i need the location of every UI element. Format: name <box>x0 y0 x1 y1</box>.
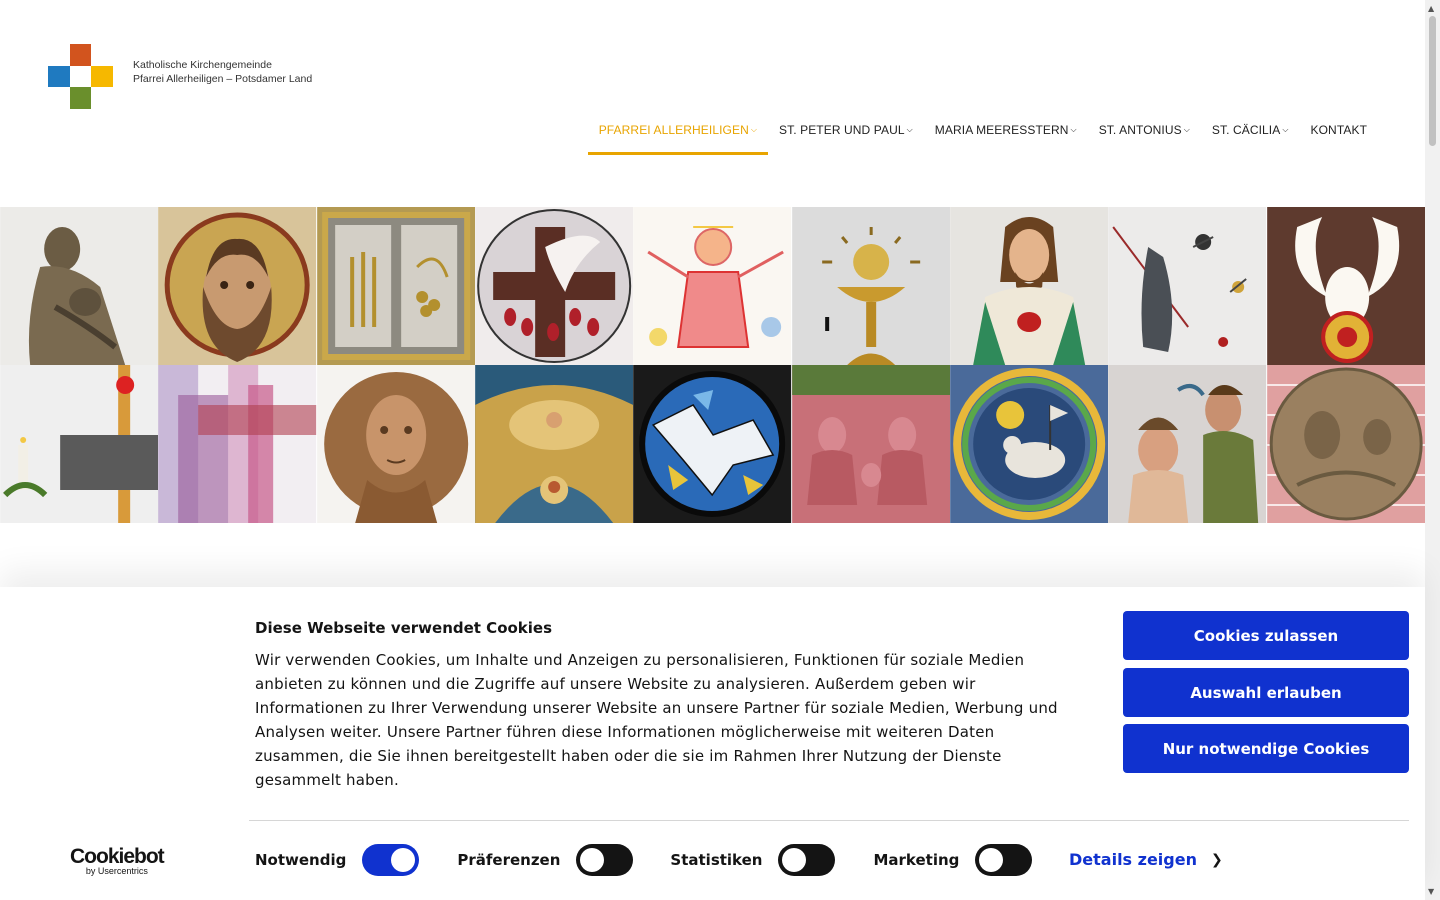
statistics-toggle[interactable] <box>778 844 836 876</box>
altar-candle-icon <box>0 365 159 523</box>
toggle-knob <box>782 848 807 872</box>
cookiebot-logo: Cookiebot by Usercentrics <box>70 845 165 877</box>
page-scrollbar[interactable]: ▲ ▼ <box>1425 0 1440 900</box>
main-navigation: PFARREI ALLERHEILIGEN ⌵ ST. PETER UND PAU… <box>587 112 1378 155</box>
scroll-up-icon[interactable]: ▲ <box>1428 4 1434 13</box>
toggle-knob <box>391 848 416 872</box>
nav-item-st-peter-und-paul[interactable]: ST. PETER UND PAUL ⌵ <box>768 112 924 155</box>
toggle-group-praeferenzen: Präferenzen <box>457 844 634 876</box>
toggle-group-notwendig: Notwendig <box>255 844 420 876</box>
wooden-bust-icon <box>316 365 475 523</box>
cookie-banner-divider <box>249 820 1409 821</box>
image-gallery <box>0 207 1425 523</box>
chevron-down-icon: ⌵ <box>1183 125 1190 134</box>
toggle-label: Notwendig <box>255 851 347 869</box>
chevron-down-icon: ⌵ <box>1070 125 1077 134</box>
chevron-down-icon: ⌵ <box>906 125 913 134</box>
madonna-sculpture-icon <box>0 207 159 365</box>
toggle-label: Marketing <box>873 851 960 869</box>
nav-label: ST. CÄCILIA <box>1211 123 1281 137</box>
saint-mosaic-icon <box>158 207 317 365</box>
chevron-right-icon: ❯ <box>1210 851 1223 868</box>
chevron-down-icon: ⌵ <box>750 125 758 134</box>
nav-item-pfarrei-allerheiligen[interactable]: PFARREI ALLERHEILIGEN ⌵ <box>587 112 769 155</box>
allow-selection-button[interactable]: Auswahl erlauben <box>1123 668 1409 717</box>
toggle-label: Präferenzen <box>457 851 561 869</box>
cookie-toggles: Notwendig Präferenzen Statistiken Market… <box>255 844 1056 876</box>
abstract-cross-icon <box>158 365 317 523</box>
nav-item-maria-meeresstern[interactable]: MARIA MEERESSTERN ⌵ <box>924 112 1088 155</box>
toggle-label: Statistiken <box>670 851 763 869</box>
cookie-banner-title: Diese Webseite verwendet Cookies <box>255 619 553 637</box>
necessary-toggle[interactable] <box>362 844 420 876</box>
logo-line-1: Katholische Kirchengemeinde <box>133 58 272 71</box>
chalice-icon <box>791 207 950 365</box>
relief-scene-icon <box>791 365 950 523</box>
nav-label: PFARREI ALLERHEILIGEN <box>598 123 749 137</box>
allow-all-cookies-button[interactable]: Cookies zulassen <box>1123 611 1409 660</box>
child-drawing-icon <box>633 207 792 365</box>
cookie-banner-text: Wir verwenden Cookies, um Inhalte und An… <box>255 651 1058 789</box>
toggle-group-statistiken: Statistiken <box>670 844 836 876</box>
dove-stained-glass-icon <box>475 207 634 365</box>
wall-art-icon <box>1108 207 1267 365</box>
bronze-medallion-icon <box>1266 365 1425 523</box>
logo-line-2: Pfarrei Allerheiligen – Potsdamer Land <box>133 72 313 85</box>
baptism-sculpture-icon <box>1108 365 1267 523</box>
site-logo[interactable]: Katholische Kirchengemeinde Pfarrei Alle… <box>48 44 312 109</box>
show-details-link[interactable]: Details zeigen ❯ <box>1069 850 1223 869</box>
nav-label: ST. PETER UND PAUL <box>779 123 905 137</box>
nav-item-st-antonius[interactable]: ST. ANTONIUS ⌵ <box>1088 112 1201 155</box>
details-label: Details zeigen <box>1069 850 1197 869</box>
preferences-toggle[interactable] <box>576 844 634 876</box>
nav-label: KONTAKT <box>1310 123 1367 137</box>
scroll-down-icon[interactable]: ▼ <box>1428 887 1434 896</box>
tabernacle-door-icon <box>316 207 475 365</box>
necessary-cookies-only-button[interactable]: Nur notwendige Cookies <box>1123 724 1409 773</box>
marketing-toggle[interactable] <box>975 844 1033 876</box>
cookie-consent-banner: Diese Webseite verwendet Cookies Wir ver… <box>0 587 1425 900</box>
logo-text: Katholische Kirchengemeinde Pfarrei Alle… <box>133 58 312 86</box>
scroll-thumb[interactable] <box>1429 16 1436 146</box>
lamb-mosaic-icon <box>950 365 1109 523</box>
dove-window-icon <box>633 365 792 523</box>
nav-label: ST. ANTONIUS <box>1098 123 1182 137</box>
cookiebot-brand: Cookiebot <box>70 845 165 868</box>
apse-mosaic-icon <box>475 365 634 523</box>
chevron-down-icon: ⌵ <box>1282 125 1289 134</box>
nav-label: MARIA MEERESSTERN <box>934 123 1069 137</box>
nav-item-kontakt[interactable]: KONTAKT <box>1300 112 1378 155</box>
sacred-heart-statue-icon <box>950 207 1109 365</box>
nav-item-st-caecilia[interactable]: ST. CÄCILIA ⌵ <box>1201 112 1300 155</box>
cross-logo-icon <box>48 44 113 109</box>
toggle-group-marketing: Marketing <box>873 844 1033 876</box>
toggle-knob <box>580 848 605 872</box>
holy-spirit-dove-icon <box>1266 207 1425 365</box>
toggle-knob <box>979 848 1004 872</box>
